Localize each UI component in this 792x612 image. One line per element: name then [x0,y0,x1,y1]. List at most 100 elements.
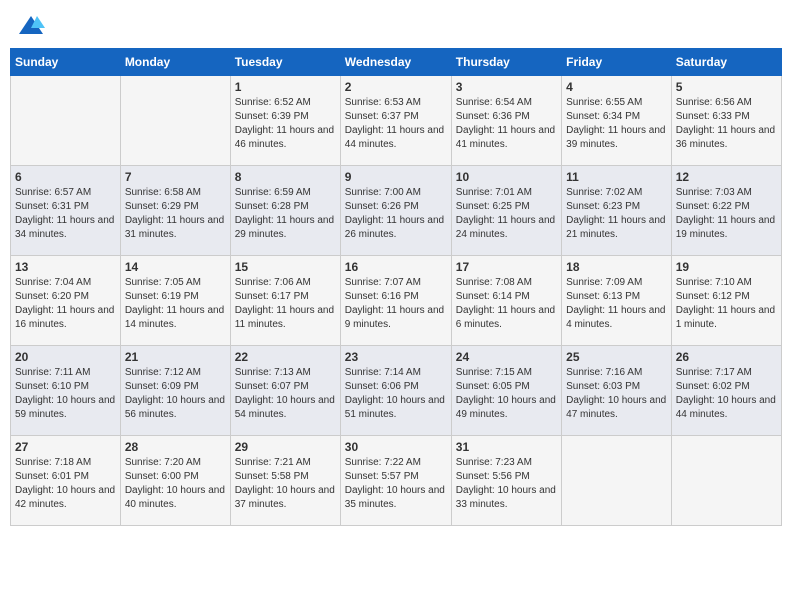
calendar-cell: 7 Sunrise: 6:58 AM Sunset: 6:29 PM Daylig… [120,166,230,256]
day-info: Sunrise: 7:13 AM Sunset: 6:07 PM Dayligh… [235,366,336,422]
day-info: Sunrise: 7:11 AM Sunset: 6:10 PM Dayligh… [15,366,116,422]
day-of-week-header: Tuesday [230,49,340,76]
calendar-cell: 29 Sunrise: 7:21 AM Sunset: 5:58 PM Dayli… [230,436,340,526]
calendar-cell: 12 Sunrise: 7:03 AM Sunset: 6:22 PM Dayli… [671,166,781,256]
day-info: Sunrise: 6:54 AM Sunset: 6:36 PM Dayligh… [456,96,557,152]
calendar-cell: 19 Sunrise: 7:10 AM Sunset: 6:12 PM Dayli… [671,256,781,346]
day-info: Sunrise: 7:06 AM Sunset: 6:17 PM Dayligh… [235,276,336,332]
day-of-week-header: Sunday [11,49,121,76]
day-number: 15 [235,260,336,274]
day-info: Sunrise: 7:18 AM Sunset: 6:01 PM Dayligh… [15,456,116,512]
day-info: Sunrise: 7:04 AM Sunset: 6:20 PM Dayligh… [15,276,116,332]
day-number: 7 [125,170,226,184]
calendar-cell: 2 Sunrise: 6:53 AM Sunset: 6:37 PM Daylig… [340,76,451,166]
day-number: 8 [235,170,336,184]
calendar-cell: 22 Sunrise: 7:13 AM Sunset: 6:07 PM Dayli… [230,346,340,436]
day-info: Sunrise: 7:12 AM Sunset: 6:09 PM Dayligh… [125,366,226,422]
calendar-cell: 30 Sunrise: 7:22 AM Sunset: 5:57 PM Dayli… [340,436,451,526]
calendar-cell: 25 Sunrise: 7:16 AM Sunset: 6:03 PM Dayli… [562,346,672,436]
day-number: 18 [566,260,667,274]
calendar-cell: 24Sunrise: 7:15 AM Sunset: 6:05 PM Dayli… [451,346,561,436]
calendar-cell: 8Sunrise: 6:59 AM Sunset: 6:28 PM Daylig… [230,166,340,256]
day-info: Sunrise: 7:05 AM Sunset: 6:19 PM Dayligh… [125,276,226,332]
day-info: Sunrise: 6:55 AM Sunset: 6:34 PM Dayligh… [566,96,667,152]
day-number: 27 [15,440,116,454]
logo-icon [17,14,45,36]
calendar-cell: 13 Sunrise: 7:04 AM Sunset: 6:20 PM Dayli… [11,256,121,346]
day-info: Sunrise: 7:21 AM Sunset: 5:58 PM Dayligh… [235,456,336,512]
day-of-week-header: Wednesday [340,49,451,76]
day-number: 28 [125,440,226,454]
day-of-week-header: Friday [562,49,672,76]
day-info: Sunrise: 6:52 AM Sunset: 6:39 PM Dayligh… [235,96,336,152]
calendar-cell: 5 Sunrise: 6:56 AM Sunset: 6:33 PM Daylig… [671,76,781,166]
calendar-cell: 18 Sunrise: 7:09 AM Sunset: 6:13 PM Dayli… [562,256,672,346]
day-info: Sunrise: 7:09 AM Sunset: 6:13 PM Dayligh… [566,276,667,332]
calendar-cell: 10 Sunrise: 7:01 AM Sunset: 6:25 PM Dayli… [451,166,561,256]
day-number: 30 [345,440,447,454]
day-of-week-header: Thursday [451,49,561,76]
day-info: Sunrise: 7:22 AM Sunset: 5:57 PM Dayligh… [345,456,447,512]
calendar-cell [11,76,121,166]
day-number: 6 [15,170,116,184]
day-info: Sunrise: 7:10 AM Sunset: 6:12 PM Dayligh… [676,276,777,332]
calendar-cell: 9 Sunrise: 7:00 AM Sunset: 6:26 PM Daylig… [340,166,451,256]
day-number: 19 [676,260,777,274]
day-info: Sunrise: 7:03 AM Sunset: 6:22 PM Dayligh… [676,186,777,242]
calendar-cell [671,436,781,526]
page-header [10,10,782,40]
day-info: Sunrise: 7:17 AM Sunset: 6:02 PM Dayligh… [676,366,777,422]
day-info: Sunrise: 6:56 AM Sunset: 6:33 PM Dayligh… [676,96,777,152]
day-number: 1 [235,80,336,94]
calendar-cell: 17 Sunrise: 7:08 AM Sunset: 6:14 PM Dayli… [451,256,561,346]
day-number: 3 [456,80,557,94]
day-number: 14 [125,260,226,274]
day-number: 12 [676,170,777,184]
calendar-cell: 11 Sunrise: 7:02 AM Sunset: 6:23 PM Dayli… [562,166,672,256]
day-number: 31 [456,440,557,454]
day-info: Sunrise: 7:14 AM Sunset: 6:06 PM Dayligh… [345,366,447,422]
logo [16,14,46,36]
day-number: 17 [456,260,557,274]
calendar-cell: 20Sunrise: 7:11 AM Sunset: 6:10 PM Dayli… [11,346,121,436]
calendar-cell: 14 Sunrise: 7:05 AM Sunset: 6:19 PM Dayli… [120,256,230,346]
calendar-cell: 4Sunrise: 6:55 AM Sunset: 6:34 PM Daylig… [562,76,672,166]
day-info: Sunrise: 7:16 AM Sunset: 6:03 PM Dayligh… [566,366,667,422]
day-info: Sunrise: 7:02 AM Sunset: 6:23 PM Dayligh… [566,186,667,242]
day-info: Sunrise: 7:20 AM Sunset: 6:00 PM Dayligh… [125,456,226,512]
calendar-cell: 28 Sunrise: 7:20 AM Sunset: 6:00 PM Dayli… [120,436,230,526]
day-info: Sunrise: 7:08 AM Sunset: 6:14 PM Dayligh… [456,276,557,332]
day-info: Sunrise: 6:53 AM Sunset: 6:37 PM Dayligh… [345,96,447,152]
day-of-week-header: Monday [120,49,230,76]
day-info: Sunrise: 6:58 AM Sunset: 6:29 PM Dayligh… [125,186,226,242]
day-info: Sunrise: 7:23 AM Sunset: 5:56 PM Dayligh… [456,456,557,512]
day-info: Sunrise: 7:00 AM Sunset: 6:26 PM Dayligh… [345,186,447,242]
day-number: 26 [676,350,777,364]
day-number: 23 [345,350,447,364]
calendar-cell: 21Sunrise: 7:12 AM Sunset: 6:09 PM Dayli… [120,346,230,436]
day-info: Sunrise: 6:57 AM Sunset: 6:31 PM Dayligh… [15,186,116,242]
calendar-cell: 6 Sunrise: 6:57 AM Sunset: 6:31 PM Daylig… [11,166,121,256]
day-number: 13 [15,260,116,274]
calendar-table: SundayMondayTuesdayWednesdayThursdayFrid… [10,48,782,526]
day-of-week-header: Saturday [671,49,781,76]
calendar-cell [562,436,672,526]
calendar-cell: 26 Sunrise: 7:17 AM Sunset: 6:02 PM Dayli… [671,346,781,436]
day-number: 5 [676,80,777,94]
day-info: Sunrise: 7:07 AM Sunset: 6:16 PM Dayligh… [345,276,447,332]
day-number: 2 [345,80,447,94]
day-info: Sunrise: 7:01 AM Sunset: 6:25 PM Dayligh… [456,186,557,242]
day-number: 11 [566,170,667,184]
calendar-cell: 1 Sunrise: 6:52 AM Sunset: 6:39 PM Daylig… [230,76,340,166]
calendar-cell: 15 Sunrise: 7:06 AM Sunset: 6:17 PM Dayli… [230,256,340,346]
day-number: 24 [456,350,557,364]
calendar-cell: 16 Sunrise: 7:07 AM Sunset: 6:16 PM Dayli… [340,256,451,346]
day-number: 16 [345,260,447,274]
day-number: 10 [456,170,557,184]
calendar-cell: 3 Sunrise: 6:54 AM Sunset: 6:36 PM Daylig… [451,76,561,166]
day-number: 29 [235,440,336,454]
day-number: 25 [566,350,667,364]
day-number: 9 [345,170,447,184]
day-number: 22 [235,350,336,364]
calendar-cell: 31 Sunrise: 7:23 AM Sunset: 5:56 PM Dayli… [451,436,561,526]
